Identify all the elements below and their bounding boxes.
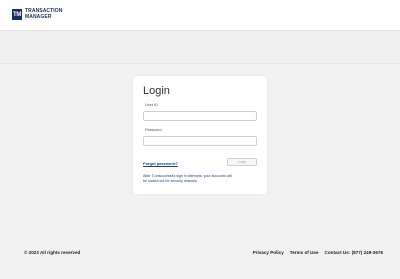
login-button[interactable]: Login [227,158,257,166]
login-card: Login User ID Password Forgot password? … [133,76,267,194]
login-title: Login [143,85,170,97]
user-id-label: User ID [145,103,158,107]
password-label: Password [145,128,162,132]
logo-text: TRANSACTION MANAGER [25,8,63,20]
contact-us-link[interactable]: Contact Us: (877) 249-3676 [325,250,383,255]
transaction-manager-logo[interactable]: TM TRANSACTION MANAGER [12,8,63,20]
logo-line-2: MANAGER [25,13,52,20]
top-header: TM TRANSACTION MANAGER [0,0,400,31]
copyright-text: © 2022 All rights reserved [24,250,81,255]
hero-band [0,31,400,64]
privacy-policy-link[interactable]: Privacy Policy [253,250,284,255]
password-input[interactable] [143,136,257,146]
logo-icon: TM [12,9,22,20]
user-id-input[interactable] [143,111,257,121]
footer-links: Privacy Policy Terms of Use Contact Us: … [253,250,383,255]
forgot-password-link[interactable]: Forgot password? [143,161,178,166]
terms-of-use-link[interactable]: Terms of Use [290,250,319,255]
lockout-warning: After 3 unsuccessful sign in attempts, y… [143,174,232,183]
footer: © 2022 All rights reserved Privacy Polic… [0,243,400,263]
